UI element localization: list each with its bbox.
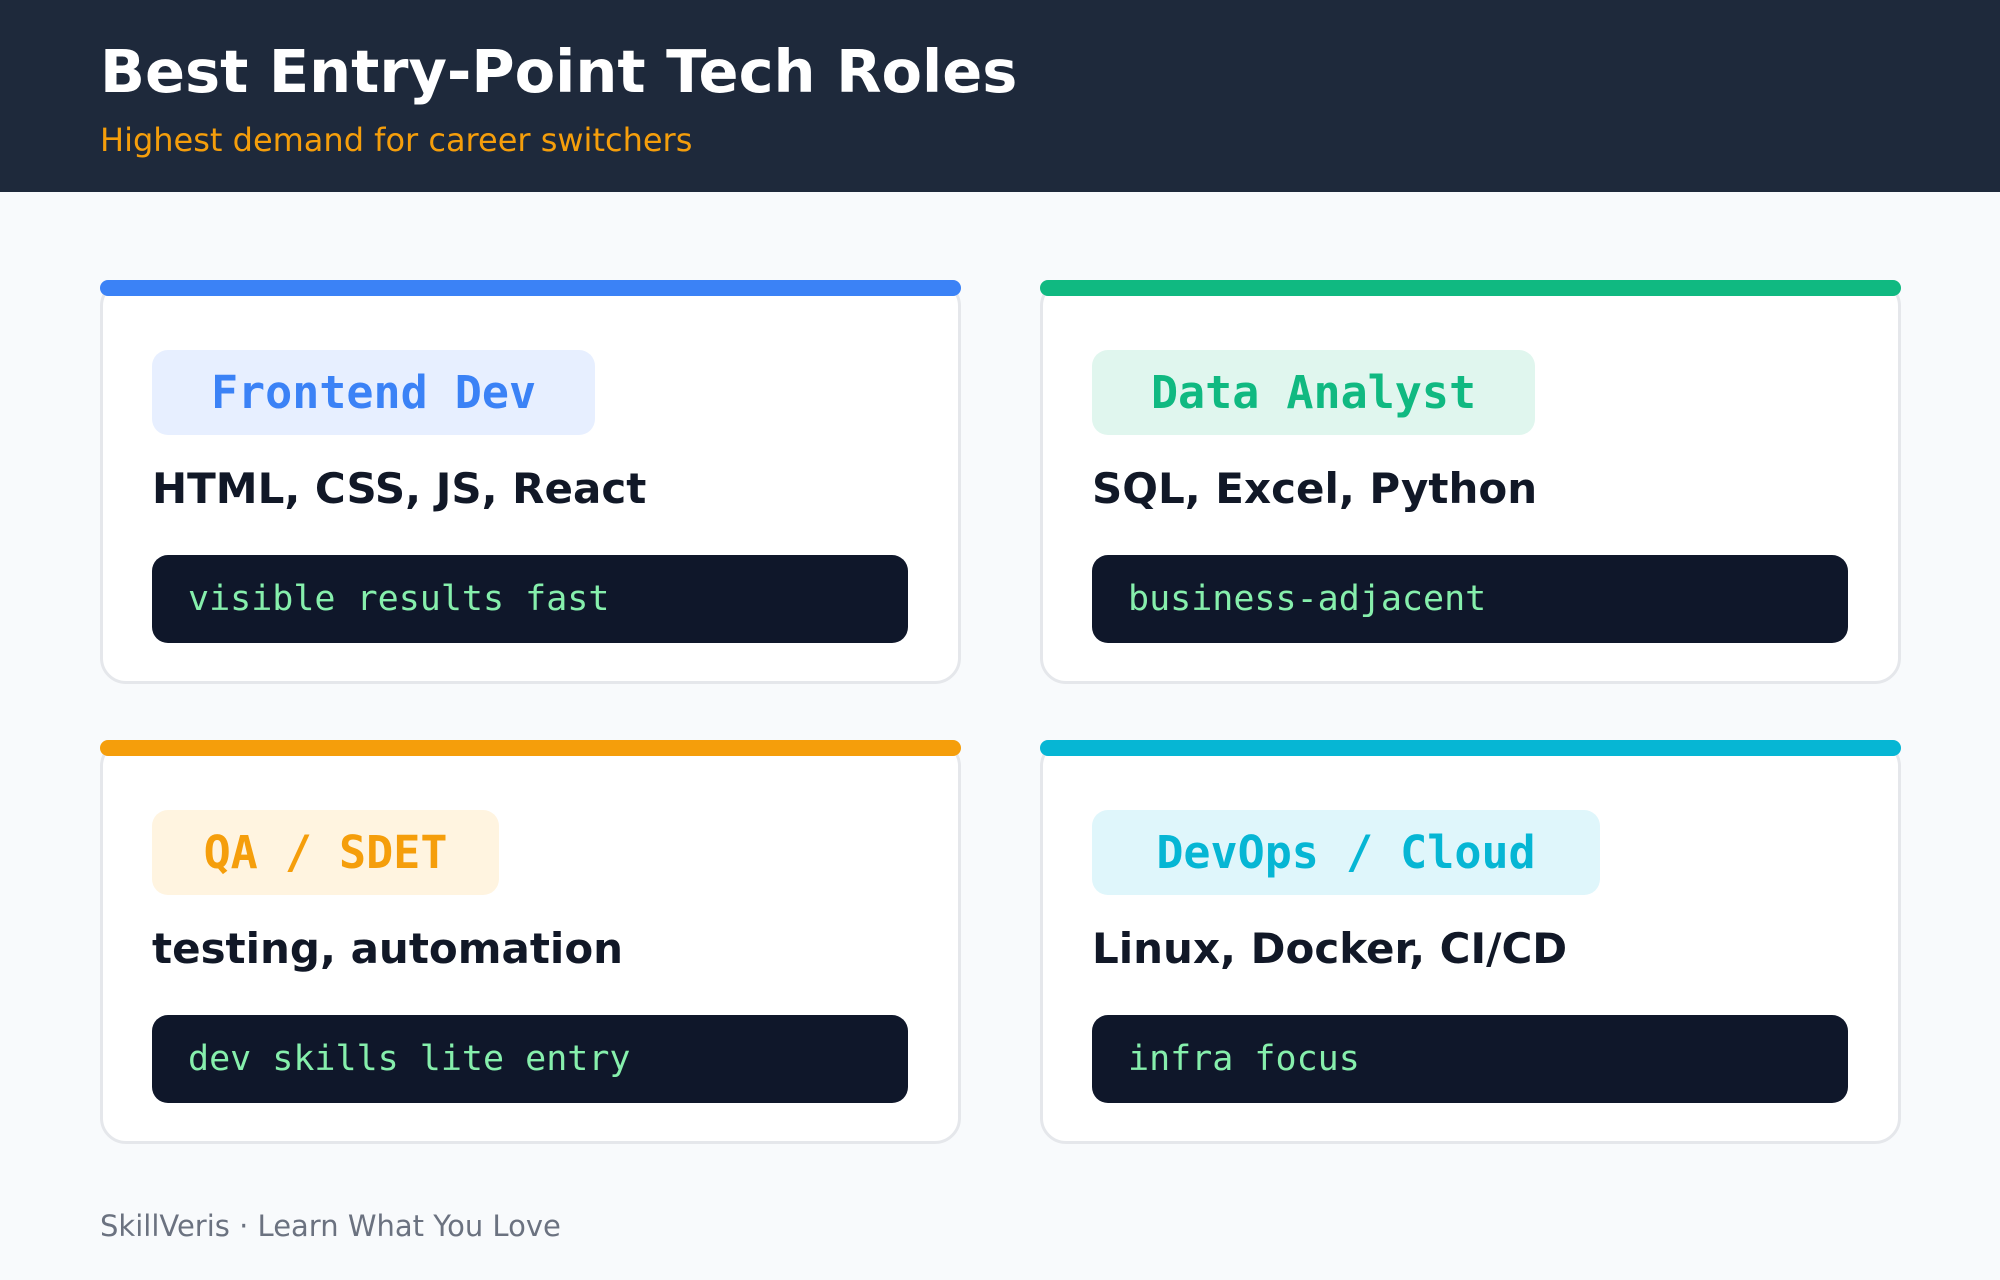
header-banner: Best Entry-Point Tech Roles Highest dema…: [0, 0, 2000, 192]
role-tag: Data Analyst: [1092, 350, 1535, 435]
page-subtitle: Highest demand for career switchers: [100, 121, 693, 159]
role-tag: Frontend Dev: [152, 350, 595, 435]
page-title: Best Entry-Point Tech Roles: [100, 37, 1018, 106]
role-skills: testing, automation: [152, 924, 624, 973]
role-skills: HTML, CSS, JS, React: [152, 464, 647, 513]
card-accent-bar: [100, 280, 961, 296]
footer-brand: SkillVeris · Learn What You Love: [100, 1209, 561, 1243]
role-card-devops: DevOps / Cloud Linux, Docker, CI/CD infr…: [1040, 740, 1901, 1144]
role-note: business-adjacent: [1092, 555, 1848, 643]
role-skills: Linux, Docker, CI/CD: [1092, 924, 1568, 973]
card-accent-bar: [100, 740, 961, 756]
role-tag: DevOps / Cloud: [1092, 810, 1600, 895]
role-tag: QA / SDET: [152, 810, 499, 895]
role-skills: SQL, Excel, Python: [1092, 464, 1538, 513]
role-card-frontend: Frontend Dev HTML, CSS, JS, React visibl…: [100, 280, 961, 684]
card-accent-bar: [1040, 740, 1901, 756]
role-card-data-analyst: Data Analyst SQL, Excel, Python business…: [1040, 280, 1901, 684]
role-note: infra focus: [1092, 1015, 1848, 1103]
role-card-qa: QA / SDET testing, automation dev skills…: [100, 740, 961, 1144]
card-accent-bar: [1040, 280, 1901, 296]
role-note: dev skills lite entry: [152, 1015, 908, 1103]
role-note: visible results fast: [152, 555, 908, 643]
